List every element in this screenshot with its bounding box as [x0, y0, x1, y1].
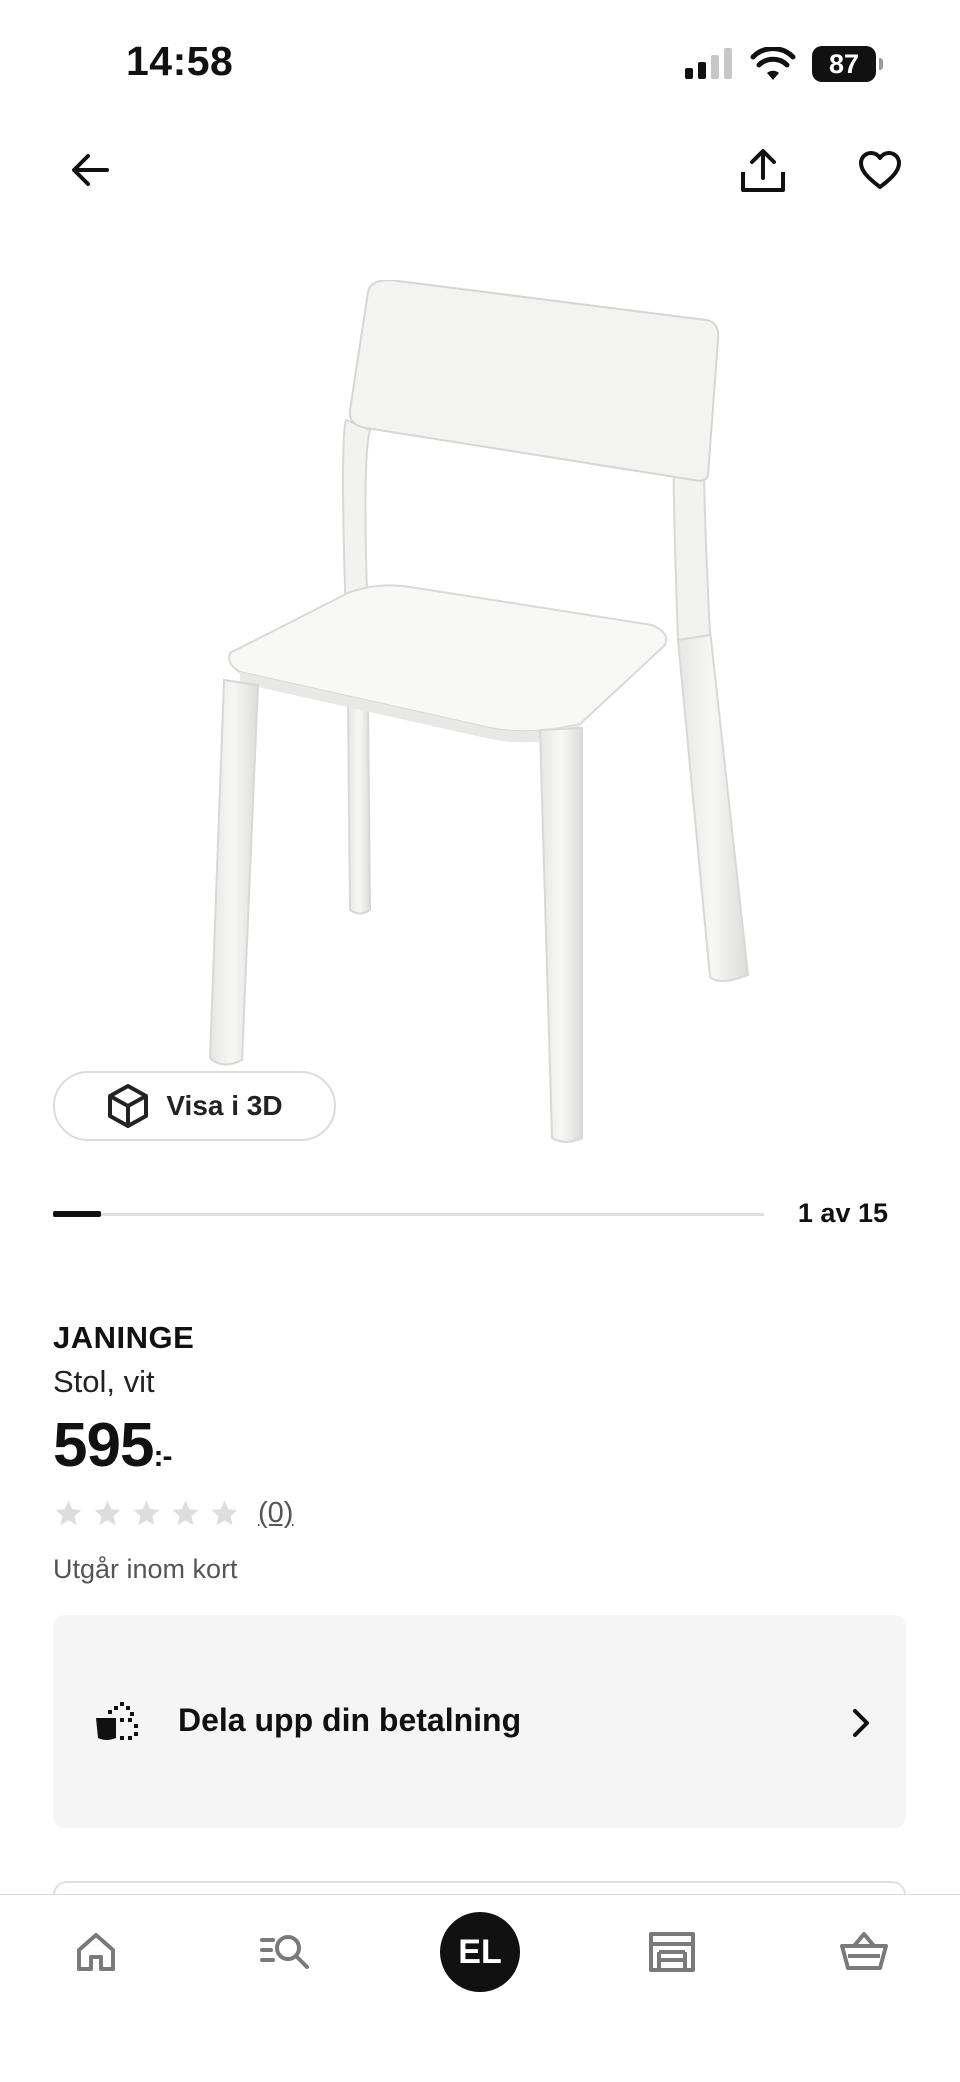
star-icon: [211, 1500, 238, 1526]
split-payment-icon: [96, 1702, 138, 1740]
price-value: 595: [53, 1411, 154, 1480]
carousel-progress-fill: [53, 1211, 101, 1217]
store-icon: [649, 1932, 695, 1972]
back-button[interactable]: [62, 142, 118, 198]
favorite-button[interactable]: [852, 142, 908, 198]
review-count-link[interactable]: (0): [258, 1497, 293, 1530]
carousel-progress-track: [53, 1213, 764, 1216]
share-icon: [741, 149, 785, 192]
chair-image[interactable]: [200, 280, 760, 1150]
battery-level: 87: [828, 48, 860, 79]
profile-avatar[interactable]: EL: [440, 1912, 520, 1992]
star-icon: [94, 1500, 121, 1526]
view-3d-button[interactable]: Visa i 3D: [53, 1071, 336, 1141]
avatar-initials: EL: [458, 1932, 502, 1971]
home-icon: [77, 1933, 115, 1971]
view-3d-label: Visa i 3D: [166, 1090, 283, 1121]
product-name: JANINGE: [53, 1320, 195, 1355]
back-arrow-icon: [72, 154, 109, 186]
tab-search[interactable]: [254, 1920, 318, 1984]
signal-icon: [685, 48, 732, 79]
tab-basket[interactable]: [832, 1920, 896, 1984]
product-price: 595:-: [53, 1410, 172, 1481]
availability-note: Utgår inom kort: [53, 1554, 238, 1584]
heart-icon: [859, 151, 901, 189]
cube-3d-icon: [108, 1084, 149, 1128]
rating[interactable]: (0): [53, 1497, 293, 1530]
star-icon: [55, 1500, 82, 1526]
wifi-icon: [750, 47, 796, 80]
image-pager: 1 av 15: [797, 1198, 888, 1228]
search-list-icon: [260, 1935, 309, 1969]
tab-stores[interactable]: [640, 1920, 704, 1984]
basket-icon: [840, 1932, 888, 1970]
status-time: 14:58: [126, 38, 234, 84]
price-suffix: :-: [153, 1440, 172, 1473]
star-icon: [172, 1500, 199, 1526]
product-description: Stol, vit: [53, 1364, 155, 1399]
star-icon: [133, 1500, 160, 1526]
split-payment-label: Dela upp din betalning: [178, 1702, 522, 1738]
status-icons: 87: [684, 44, 883, 84]
tab-home[interactable]: [64, 1920, 128, 1984]
battery-icon: 87: [812, 46, 883, 82]
chevron-right-icon: [853, 1709, 869, 1737]
share-button[interactable]: [734, 142, 792, 200]
